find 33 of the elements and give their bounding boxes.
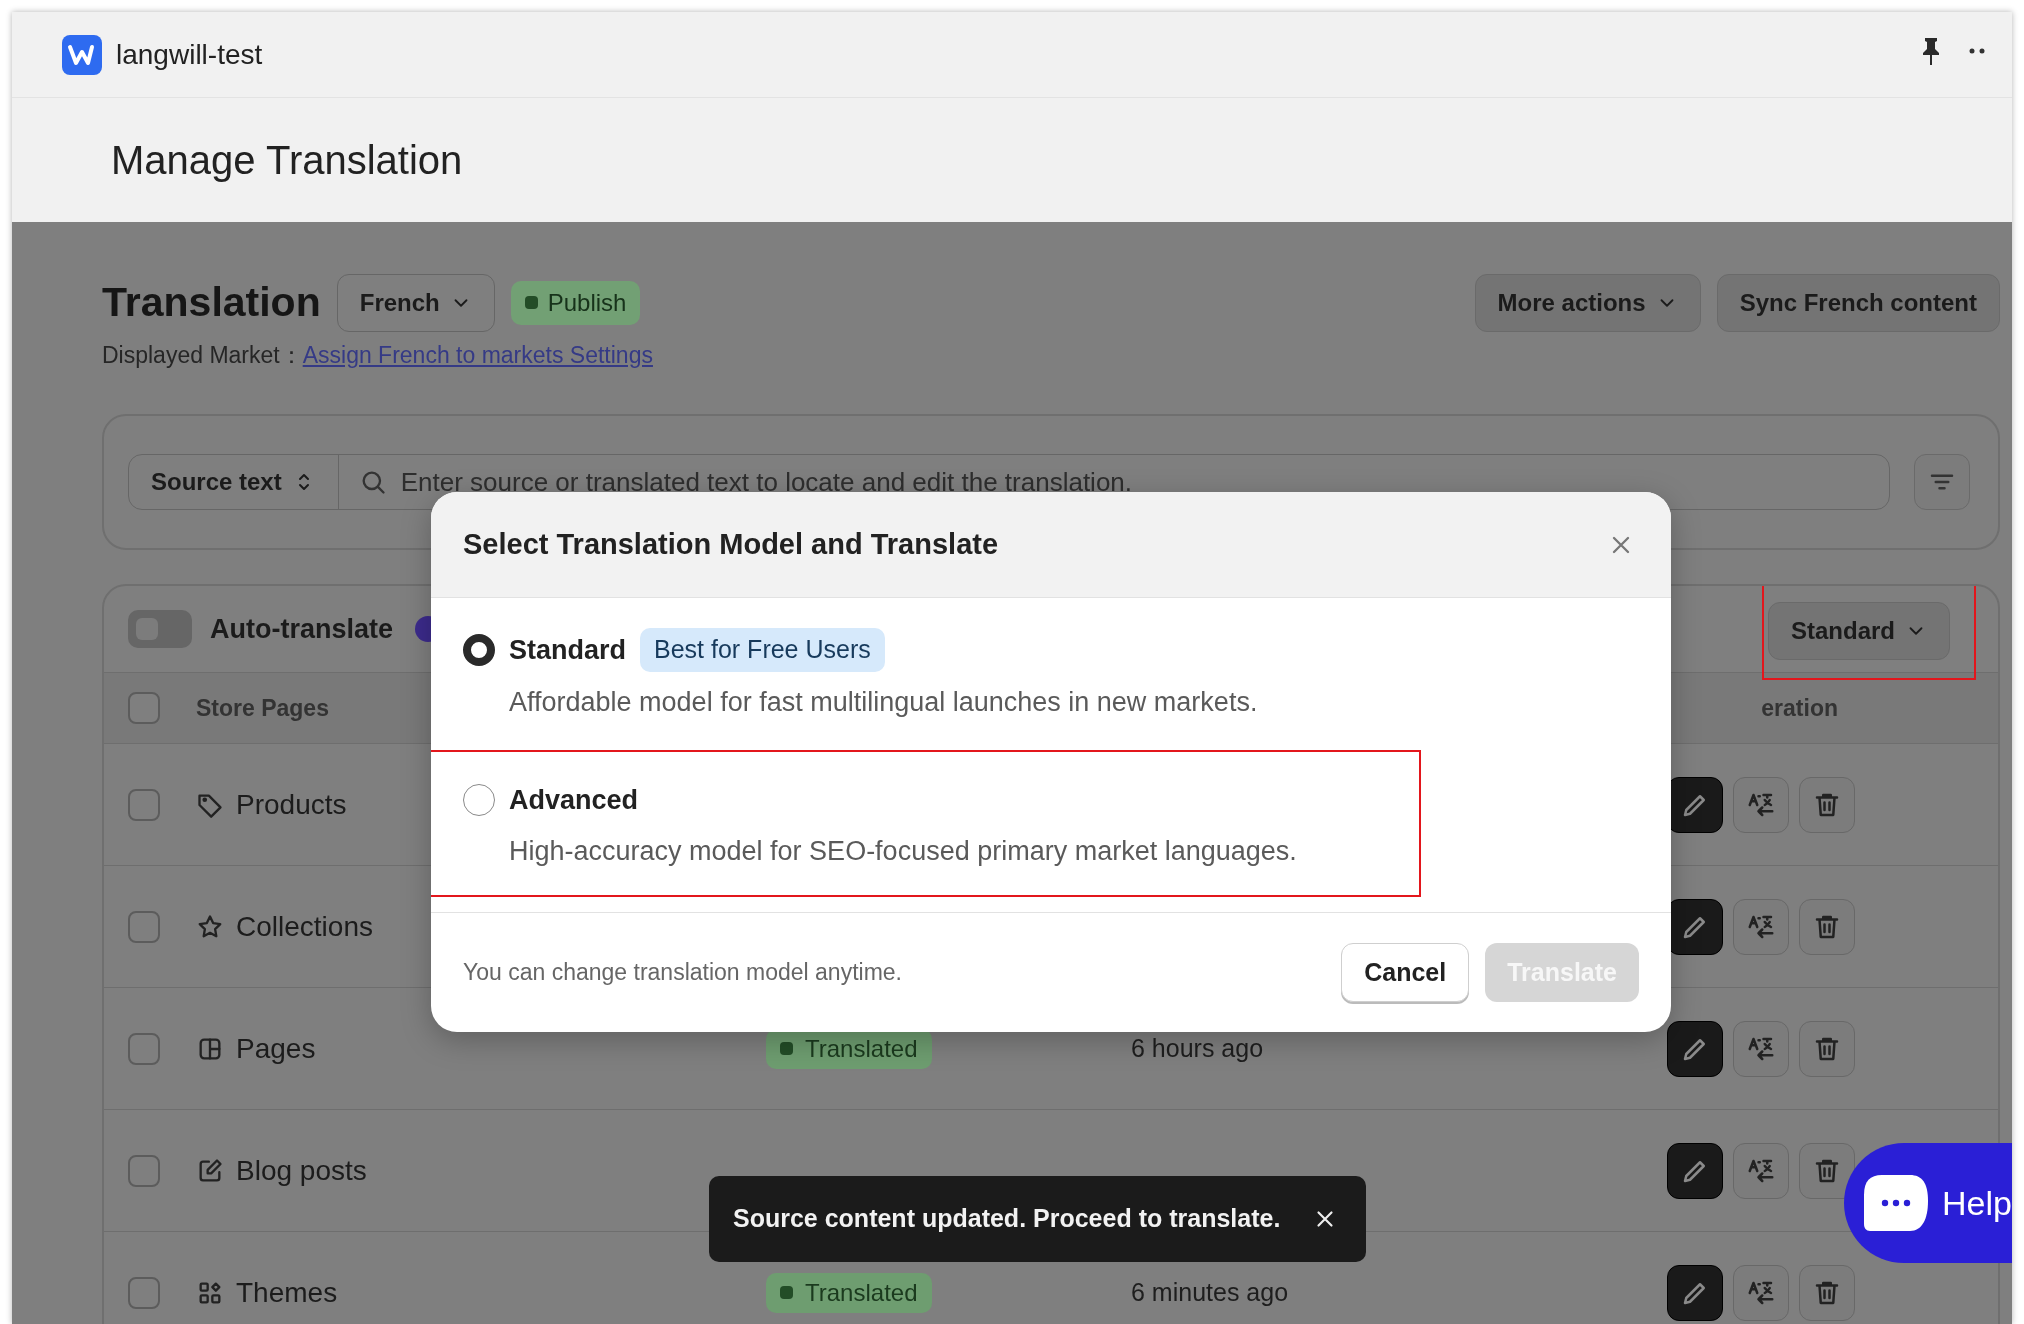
row-name: Themes xyxy=(236,1275,338,1310)
option-description: High-accuracy model for SEO-focused primary market languages. xyxy=(508,834,1298,868)
option-badge: Best for Free Users xyxy=(640,628,885,672)
modal-note: You can change translation model anytime. xyxy=(463,958,902,988)
section-title: Translation xyxy=(102,278,321,327)
market-link[interactable]: Assign French to markets Settings xyxy=(302,337,653,372)
auto-translate-label: Auto-translate xyxy=(210,612,393,646)
row-name: Blog posts xyxy=(236,1153,367,1188)
status-badge: Translated xyxy=(766,1272,932,1313)
updated-time: 6 minutes ago xyxy=(1131,1277,1289,1306)
search-field[interactable]: Source text Enter source or translated text to locate and edit the translation. xyxy=(128,454,1890,510)
row-name: Pages xyxy=(236,1031,316,1066)
row-name: Collections xyxy=(236,909,373,944)
toast-message: Source content updated. Proceed to translate. xyxy=(733,1203,1281,1235)
option-name: Advanced xyxy=(509,784,639,817)
option-name: Standard xyxy=(509,633,627,667)
modal-title: Select Translation Model and Translate xyxy=(463,526,999,562)
status-badge: Publish xyxy=(510,280,641,325)
more-actions-dropdown[interactable]: More actions xyxy=(1474,273,1701,332)
app-name: langwill-test xyxy=(116,37,263,72)
column-header: Store Pages xyxy=(196,693,329,723)
row-name: Products xyxy=(236,787,347,822)
column-header: eration xyxy=(1761,693,1838,723)
updated-time: 6 hours ago xyxy=(1131,1033,1264,1062)
help-popup[interactable]: Help xyxy=(1844,1143,2012,1263)
page-title: Manage Translation xyxy=(111,137,463,184)
language-dropdown[interactable]: French xyxy=(336,273,495,332)
model-dropdown[interactable]: Standard xyxy=(1768,602,1950,660)
option-description: Affordable model for fast multilingual launches in new markets. xyxy=(508,685,1259,719)
cancel-button[interactable]: Cancel xyxy=(1341,942,1470,1003)
source-text-select[interactable]: Source text xyxy=(129,455,339,509)
sync-button[interactable]: Sync French content xyxy=(1716,273,2000,332)
market-label: Displayed Market： xyxy=(102,340,303,370)
